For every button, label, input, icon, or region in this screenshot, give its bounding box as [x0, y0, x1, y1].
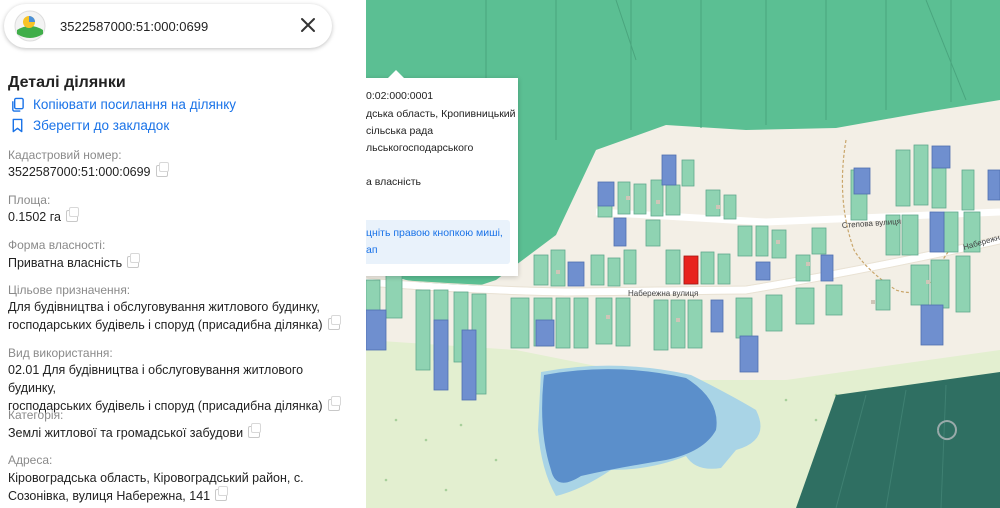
- address-line-1: Кіровоградська область, Кіровоградський …: [8, 471, 304, 485]
- popup-line-3: сільська рада: [366, 125, 434, 137]
- copy-icon[interactable]: [248, 423, 262, 438]
- popup-line-5: а власність: [366, 176, 421, 188]
- usage-label: Вид використання:: [8, 346, 113, 360]
- purpose-value: Для будівництва і обслуговування житлово…: [8, 298, 353, 334]
- close-icon[interactable]: [298, 15, 318, 35]
- ownership-value: Приватна власність: [8, 253, 353, 272]
- bookmark-icon: [12, 118, 23, 133]
- area-text: 0.1502 га: [8, 210, 61, 224]
- copy-icon[interactable]: [127, 253, 141, 268]
- details-panel: Деталі ділянки Копіювати посилання на ді…: [0, 0, 366, 508]
- search-bar: [4, 4, 332, 48]
- ownership-label: Форма власності:: [8, 238, 106, 252]
- app-logo-icon: [14, 10, 46, 42]
- street-label-naberezhna: Набережна вулиця: [628, 289, 698, 298]
- category-value: Землі житлової та громадської забудови: [8, 423, 353, 442]
- parcel-popup: 0:02:000:0001 дська область, Кропивницьк…: [366, 78, 518, 276]
- popup-hint-line-1: цніть правою кнопкою миші,: [366, 227, 503, 239]
- area-label: Площа:: [8, 193, 51, 207]
- ownership-text: Приватна власність: [8, 256, 123, 270]
- copy-icon[interactable]: [327, 315, 341, 330]
- usage-value: 02.01 Для будівництва і обслуговування ж…: [8, 361, 353, 415]
- purpose-label: Цільове призначення:: [8, 283, 131, 297]
- selected-parcel[interactable]: [683, 255, 699, 285]
- purpose-line-2: господарських будівель і споруд (присади…: [8, 315, 353, 334]
- cadastral-number-label: Кадастровий номер:: [8, 148, 122, 162]
- copy-icon[interactable]: [65, 207, 79, 222]
- bookmark-button[interactable]: Зберегти до закладок: [10, 118, 169, 133]
- category-label: Категорія:: [8, 408, 64, 422]
- copy-link-button[interactable]: Копіювати посилання на ділянку: [10, 97, 236, 112]
- cadastral-number-value: 3522587000:51:000:0699: [8, 162, 353, 181]
- copy-icon[interactable]: [215, 486, 229, 501]
- copy-link-label: Копіювати посилання на ділянку: [33, 97, 237, 112]
- map-view[interactable]: Набережна вулиця Степова вулиця Набережн…: [366, 0, 1000, 508]
- popup-line-1: 0:02:000:0001: [366, 90, 434, 102]
- popup-line-2: дська область, Кропивницький: [366, 108, 516, 120]
- popup-line-4: льськогосподарського: [366, 142, 474, 154]
- popup-hint: цніть правою кнопкою миші, ап: [366, 220, 510, 264]
- popup-notch: [386, 70, 406, 80]
- address-line-2: Созонівка, вулиця Набережна, 141: [8, 486, 353, 505]
- category-text: Землі житлової та громадської забудови: [8, 426, 244, 440]
- address-line-2-text: Созонівка, вулиця Набережна, 141: [8, 489, 211, 503]
- purpose-line-2-text: господарських будівель і споруд (присади…: [8, 318, 323, 332]
- search-input[interactable]: [58, 17, 282, 35]
- copy-icon[interactable]: [327, 396, 341, 411]
- area-value: 0.1502 га: [8, 207, 353, 226]
- bookmark-label: Зберегти до закладок: [33, 118, 170, 133]
- popup-hint-line-2[interactable]: ап: [366, 244, 378, 256]
- copy-icon: [12, 97, 24, 112]
- address-value: Кіровоградська область, Кіровоградський …: [8, 469, 353, 505]
- page-title: Деталі ділянки: [8, 74, 126, 91]
- copy-icon[interactable]: [155, 162, 169, 177]
- purpose-line-1: Для будівництва і обслуговування житлово…: [8, 300, 320, 314]
- address-label: Адреса:: [8, 453, 53, 467]
- cadastral-number-text: 3522587000:51:000:0699: [8, 165, 151, 179]
- usage-line-1: 02.01 Для будівництва і обслуговування ж…: [8, 363, 304, 395]
